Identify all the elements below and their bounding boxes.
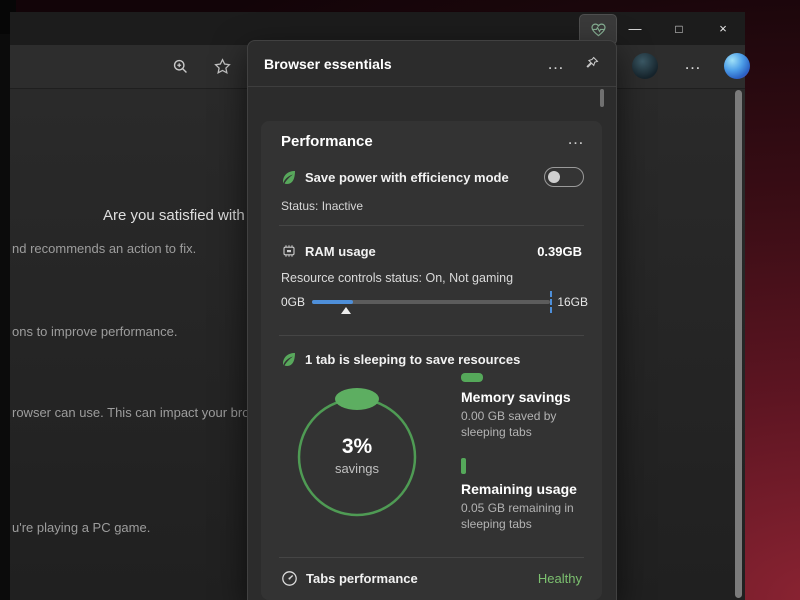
maximize-button[interactable]: □ xyxy=(657,12,701,45)
page-text-line: Are you satisfied with po xyxy=(103,207,266,224)
panel-more-icon[interactable]: … xyxy=(547,55,564,72)
heart-pulse-icon xyxy=(590,22,607,38)
slider-min-label: 0GB xyxy=(281,295,305,309)
remaining-usage-line2: sleeping tabs xyxy=(461,517,595,532)
page-scrollbar[interactable] xyxy=(735,90,742,598)
desktop: — □ × … Ar xyxy=(0,0,800,600)
leaf-icon xyxy=(281,169,297,185)
page-text-line: u're playing a PC game. xyxy=(12,520,150,535)
panel-scrollbar[interactable] xyxy=(600,89,604,107)
divider xyxy=(279,225,584,226)
memory-chip-icon xyxy=(281,243,297,259)
tabs-performance-row: Tabs performance Healthy xyxy=(281,567,582,589)
page-text-line: rowser can use. This can impact your bro… xyxy=(12,405,259,420)
pin-icon[interactable] xyxy=(582,55,600,73)
memory-savings-line1: 0.00 GB saved by xyxy=(461,409,595,424)
page-text-line: ons to improve performance. xyxy=(12,324,177,339)
remaining-usage-title: Remaining usage xyxy=(461,481,595,497)
ram-usage-row: RAM usage 0.39GB xyxy=(281,241,582,261)
donut-center-text: 3% savings xyxy=(289,385,425,525)
slider-max-label: 16GB xyxy=(557,295,588,309)
sleeping-tabs-row: 1 tab is sleeping to save resources xyxy=(281,349,584,369)
efficiency-status: Status: Inactive xyxy=(281,199,363,213)
resource-controls-status: Resource controls status: On, Not gaming xyxy=(281,271,513,285)
slider-marker-icon[interactable] xyxy=(341,307,351,314)
performance-card: Performance … Save power with efficiency… xyxy=(261,121,602,600)
browser-essentials-panel: Browser essentials … Performance … Save … xyxy=(247,40,617,600)
ram-usage-value: 0.39GB xyxy=(537,244,582,259)
sleeping-leaf-icon xyxy=(281,351,297,367)
gauge-icon xyxy=(281,570,298,587)
ram-usage-fill xyxy=(312,300,353,304)
panel-header: Browser essentials … xyxy=(248,41,616,86)
memory-savings-mark-icon xyxy=(461,373,483,382)
panel-header-divider xyxy=(248,86,616,87)
efficiency-mode-toggle[interactable] xyxy=(544,167,584,187)
ram-usage-slider-row: 0GB 16GB xyxy=(281,295,588,309)
memory-savings-title: Memory savings xyxy=(461,389,595,405)
profile-avatar[interactable] xyxy=(632,53,658,79)
sleeping-tabs-label: 1 tab is sleeping to save resources xyxy=(305,352,520,367)
zoom-icon[interactable] xyxy=(168,54,192,78)
efficiency-mode-label: Save power with efficiency mode xyxy=(305,170,536,185)
performance-section-title: Performance xyxy=(281,133,373,150)
close-button[interactable]: × xyxy=(701,12,745,45)
page-text-line: nd recommends an action to fix. xyxy=(12,241,196,256)
toggle-knob xyxy=(548,171,560,183)
tabs-performance-label: Tabs performance xyxy=(306,571,530,586)
panel-title: Browser essentials xyxy=(264,56,547,72)
savings-percent: 3% xyxy=(342,435,372,459)
left-edge-strip xyxy=(0,0,10,600)
remaining-usage-mark-icon xyxy=(461,458,466,474)
window-controls: — □ × xyxy=(613,12,745,45)
remaining-usage-line1: 0.05 GB remaining in xyxy=(461,501,595,516)
favorites-star-icon[interactable] xyxy=(210,54,234,78)
limit-tick-icon xyxy=(550,291,552,313)
ram-usage-slider[interactable] xyxy=(312,300,550,304)
settings-more-icon[interactable]: … xyxy=(682,49,704,79)
minimize-button[interactable]: — xyxy=(613,12,657,45)
ram-usage-label: RAM usage xyxy=(305,244,529,259)
savings-legend: Memory savings 0.00 GB saved by sleeping… xyxy=(461,373,595,532)
efficiency-mode-row: Save power with efficiency mode xyxy=(281,165,584,189)
divider xyxy=(279,557,584,558)
copilot-icon[interactable] xyxy=(724,53,750,79)
divider xyxy=(279,335,584,336)
performance-more-icon[interactable]: … xyxy=(567,129,584,149)
tabs-performance-status: Healthy xyxy=(538,571,582,586)
memory-savings-line2: sleeping tabs xyxy=(461,425,595,440)
savings-caption: savings xyxy=(335,461,379,476)
